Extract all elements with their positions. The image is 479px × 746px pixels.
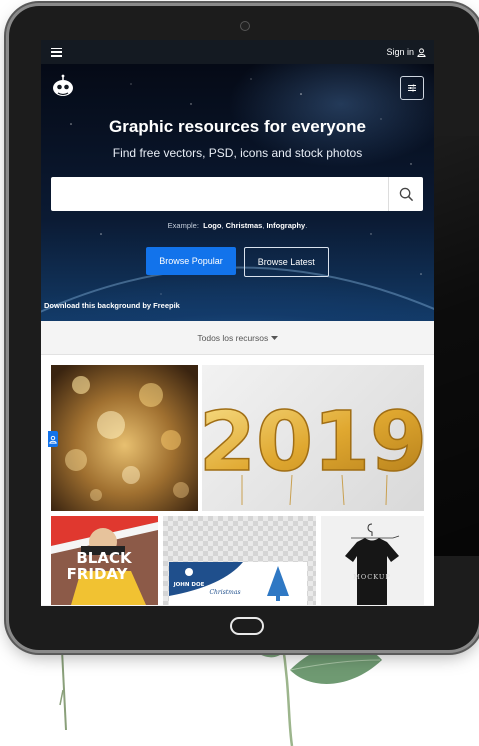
user-icon bbox=[49, 435, 57, 444]
freepik-logo[interactable] bbox=[51, 74, 75, 98]
thumbnail-christmas-card[interactable]: JOHN DOE Christmas bbox=[163, 516, 316, 605]
search-examples: Example: Logo, Christmas, Infography. bbox=[167, 221, 308, 230]
home-button[interactable] bbox=[230, 617, 264, 635]
top-navbar: Sign in bbox=[41, 40, 434, 64]
friday-text: FRIDAY bbox=[67, 565, 129, 583]
tshirt-image: MOCKUP bbox=[345, 523, 400, 605]
tablet-screen: Sign in Graphic resources for everyone F… bbox=[41, 40, 434, 606]
browse-popular-button[interactable]: Browse Popular bbox=[146, 247, 236, 275]
signin-link[interactable]: Sign in bbox=[386, 47, 426, 57]
thumbnail-black-friday[interactable]: BLACK FRIDAY bbox=[51, 516, 158, 605]
search-icon bbox=[399, 187, 413, 201]
filter-settings-button[interactable] bbox=[400, 76, 424, 100]
search-input[interactable] bbox=[51, 177, 388, 211]
caret-down-icon bbox=[270, 335, 278, 340]
example-link-logo[interactable]: Logo bbox=[203, 221, 221, 230]
black-friday-image: BLACK FRIDAY bbox=[51, 516, 158, 605]
search-bar bbox=[51, 177, 423, 211]
floating-user-tab[interactable] bbox=[48, 431, 58, 447]
bokeh-lights-image bbox=[65, 376, 189, 501]
hero-banner: Graphic resources for everyone Find free… bbox=[41, 64, 434, 321]
user-icon bbox=[417, 47, 426, 57]
thumbnail-gold-bokeh[interactable] bbox=[51, 365, 198, 511]
mockup-text: MOCKUP bbox=[353, 573, 390, 581]
example-link-infography[interactable]: Infography bbox=[266, 221, 305, 230]
card-christmas-text: Christmas bbox=[209, 589, 240, 596]
thumbnail-2019-balloons[interactable]: 2019 bbox=[202, 365, 424, 511]
sliders-icon bbox=[408, 84, 416, 92]
balloons-image: 2019 bbox=[202, 394, 424, 506]
examples-label: Example: bbox=[167, 221, 199, 230]
year-balloon-text: 2019 bbox=[202, 395, 424, 490]
thumbnail-tshirt-mockup[interactable]: MOCKUP bbox=[321, 516, 424, 605]
hero-subtitle: Find free vectors, PSD, icons and stock … bbox=[112, 146, 363, 160]
resource-filter-bar: Todos los recursos bbox=[41, 321, 434, 355]
background-credit-link[interactable]: Download this background by Freepik bbox=[44, 301, 180, 310]
card-name-text: JOHN DOE bbox=[173, 582, 205, 588]
example-link-christmas[interactable]: Christmas bbox=[226, 221, 263, 230]
search-button[interactable] bbox=[388, 177, 423, 211]
camera-lens bbox=[240, 21, 250, 31]
browse-latest-button[interactable]: Browse Latest bbox=[243, 247, 329, 277]
resource-type-dropdown[interactable]: Todos los recursos bbox=[197, 332, 278, 343]
resource-type-label: Todos los recursos bbox=[197, 332, 269, 343]
business-card-image: JOHN DOE Christmas bbox=[169, 562, 307, 605]
hero-title: Graphic resources for everyone bbox=[108, 117, 366, 136]
signin-label: Sign in bbox=[386, 47, 414, 57]
resource-grid: 2019 BLACK FRIDAY JOHN DOE Christmas MOC… bbox=[41, 355, 434, 605]
hamburger-menu-icon[interactable] bbox=[51, 47, 62, 57]
